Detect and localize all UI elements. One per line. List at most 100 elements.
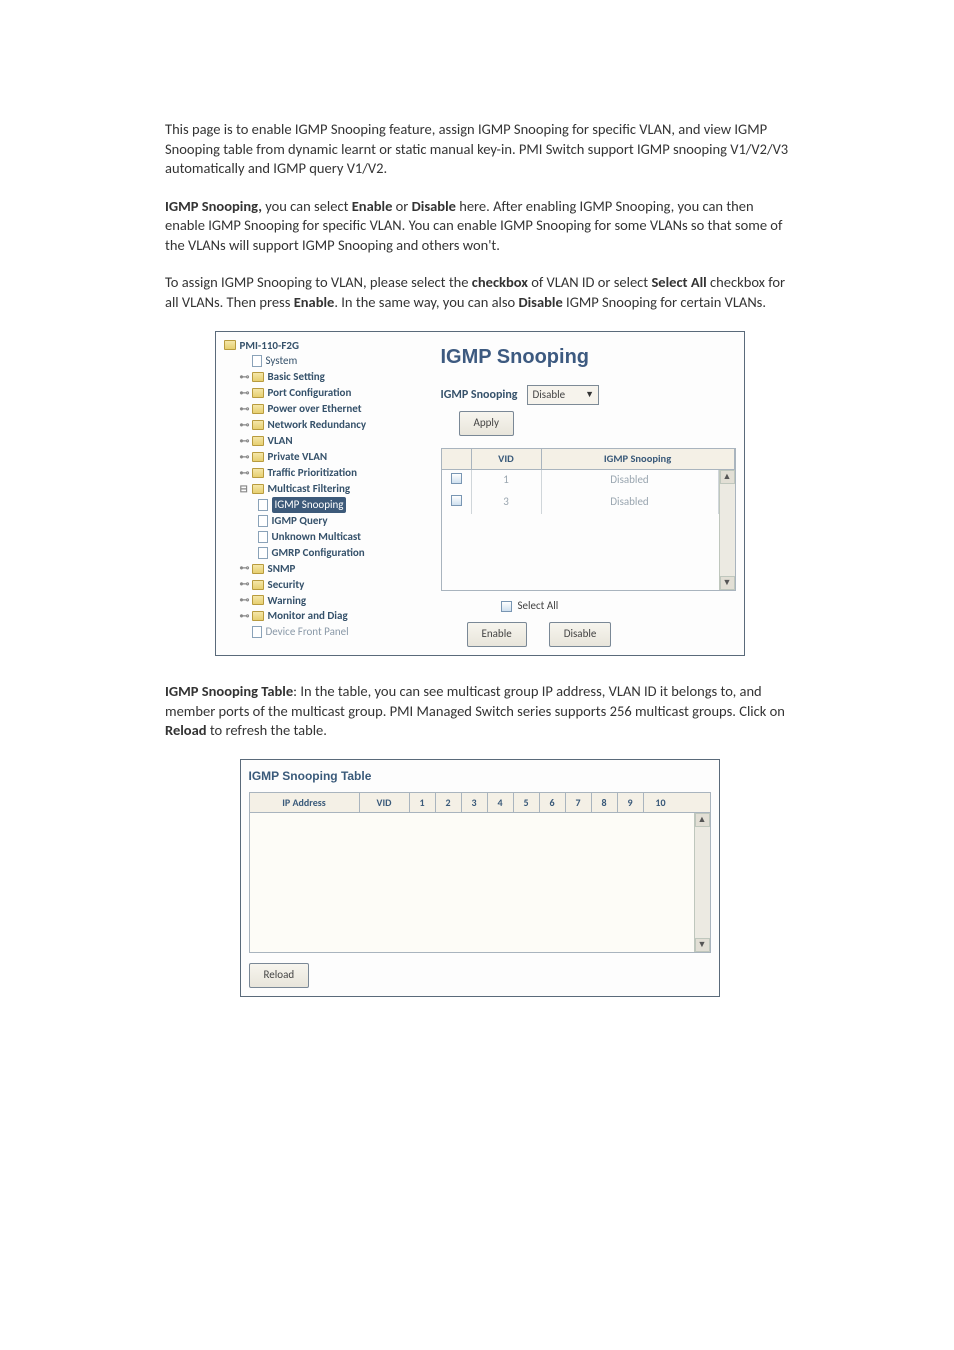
row-checkbox[interactable] (451, 473, 462, 484)
disable-button[interactable]: Disable (549, 622, 612, 647)
tree-item-system[interactable]: System (224, 353, 429, 369)
page-icon (252, 626, 262, 638)
tree-item-vlan[interactable]: ⊷VLAN (224, 433, 429, 449)
tree-label: Multicast Filtering (268, 481, 351, 497)
page-icon (258, 531, 268, 543)
folder-icon (252, 468, 264, 478)
tree-item-security[interactable]: ⊷Security (224, 577, 429, 593)
bold-enable: Enable (352, 197, 393, 215)
snooping-table-paragraph: IGMP Snooping Table: In the table, you c… (165, 682, 794, 741)
tree-root[interactable]: PMI-110-F2G (224, 338, 429, 354)
reload-button[interactable]: Reload (249, 963, 310, 988)
page-icon (258, 547, 268, 559)
table-row: 1 Disabled (442, 470, 719, 492)
tree-label: IGMP Snooping (272, 497, 347, 513)
text: of VLAN ID or select (528, 273, 652, 291)
tree-handle: ⊷ (240, 418, 248, 433)
page-icon (258, 515, 268, 527)
enable-button[interactable]: Enable (467, 622, 527, 647)
snooping-table-title: IGMP Snooping Table (249, 768, 711, 784)
scroll-up-icon[interactable]: ▲ (695, 813, 710, 827)
bold-reload: Reload (165, 721, 207, 739)
tree-label: Unknown Multicast (272, 529, 361, 545)
tree-handle: ⊷ (240, 609, 248, 624)
tree-item-device-front-panel[interactable]: Device Front Panel (224, 624, 429, 640)
select-all-checkbox[interactable] (501, 601, 512, 612)
folder-icon (252, 420, 264, 430)
tree-label: Port Configuration (268, 385, 352, 401)
bold-igmp-snooping: IGMP Snooping, (165, 197, 262, 215)
bold-enable: Enable (294, 293, 335, 311)
row-checkbox[interactable] (451, 495, 462, 506)
screenshot-snooping-table: IGMP Snooping Table IP Address VID 1 2 3… (240, 759, 720, 998)
igmp-snooping-select[interactable]: Disable ▼ (527, 385, 599, 406)
folder-icon (252, 564, 264, 574)
text: you can select (262, 197, 352, 215)
cell-status: Disabled (542, 492, 719, 514)
col-3: 3 (462, 793, 488, 813)
scroll-up-icon[interactable]: ▲ (720, 470, 735, 484)
col-ip: IP Address (250, 793, 360, 813)
tree-item-igmp-snooping[interactable]: IGMP Snooping (224, 497, 429, 513)
tree-item-port-config[interactable]: ⊷Port Configuration (224, 385, 429, 401)
tree-item-igmp-query[interactable]: IGMP Query (224, 513, 429, 529)
col-vid: VID (360, 793, 410, 813)
folder-icon (252, 611, 264, 621)
page-icon (252, 355, 262, 367)
tree-label: Private VLAN (268, 449, 328, 465)
col-4: 4 (488, 793, 514, 813)
tree-item-multicast-filtering[interactable]: ⊟Multicast Filtering (224, 481, 429, 497)
tree-handle: ⊷ (240, 434, 248, 449)
bold-checkbox: checkbox (472, 273, 528, 291)
scroll-down-icon[interactable]: ▼ (720, 576, 735, 590)
scrollbar[interactable]: ▲ ▼ (694, 813, 710, 952)
col-8: 8 (592, 793, 618, 813)
tree-item-basic-setting[interactable]: ⊷Basic Setting (224, 369, 429, 385)
scroll-down-icon[interactable]: ▼ (695, 938, 710, 952)
tree-label: Monitor and Diag (268, 608, 348, 624)
tree-item-traffic-prior[interactable]: ⊷Traffic Prioritization (224, 465, 429, 481)
folder-icon (252, 580, 264, 590)
folder-icon (252, 372, 264, 382)
col-1: 1 (410, 793, 436, 813)
tree-root-label: PMI-110-F2G (240, 338, 300, 354)
apply-button[interactable]: Apply (459, 411, 514, 436)
tree-label: Device Front Panel (266, 624, 349, 640)
cell-vid: 3 (472, 492, 542, 514)
text: or (392, 197, 411, 215)
tree-handle: ⊷ (240, 593, 248, 608)
select-value: Disable (532, 388, 565, 403)
snooping-table-header: IP Address VID 1 2 3 4 5 6 7 8 9 10 (249, 792, 711, 814)
folder-icon (252, 484, 264, 494)
tree-item-poe[interactable]: ⊷Power over Ethernet (224, 401, 429, 417)
folder-icon (252, 436, 264, 446)
folder-icon (252, 595, 264, 605)
tree-item-warning[interactable]: ⊷Warning (224, 593, 429, 609)
bold-disable: Disable (518, 293, 562, 311)
text: IGMP Snooping for certain VLANs. (563, 293, 766, 311)
folder-icon (252, 452, 264, 462)
tree-item-gmrp-config[interactable]: GMRP Configuration (224, 545, 429, 561)
tree-label: System (266, 353, 298, 369)
tree-handle: ⊷ (240, 577, 248, 592)
tree-item-monitor-diag[interactable]: ⊷ Monitor and Diag (224, 608, 429, 624)
tree-item-private-vlan[interactable]: ⊷ Private VLAN (224, 449, 429, 465)
text: to refresh the table. (207, 721, 327, 739)
tree-handle: ⊷ (240, 450, 248, 465)
tree-item-network-redundancy[interactable]: ⊷ Network Redundancy (224, 417, 429, 433)
col-7: 7 (566, 793, 592, 813)
tree-label: Traffic Prioritization (268, 465, 358, 481)
tree-label: SNMP (268, 561, 296, 577)
bold-disable: Disable (412, 197, 456, 215)
cell-vid: 1 (472, 470, 542, 492)
scrollbar[interactable]: ▲ ▼ (719, 470, 735, 590)
tree-handle: ⊷ (240, 402, 248, 417)
col-vid: VID (472, 449, 542, 469)
tree-handle: ⊷ (240, 561, 248, 576)
tree-item-snmp[interactable]: ⊷ SNMP (224, 561, 429, 577)
page-title: IGMP Snooping (441, 344, 736, 371)
tree-label: Network Redundancy (268, 417, 367, 433)
col-igmp-snooping: IGMP Snooping (542, 449, 735, 469)
tree-item-unknown-multicast[interactable]: Unknown Multicast (224, 529, 429, 545)
folder-icon (252, 404, 264, 414)
